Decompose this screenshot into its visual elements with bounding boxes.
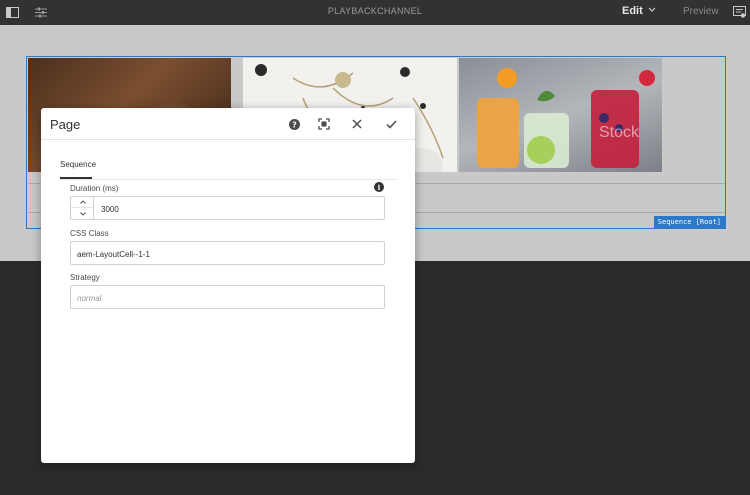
annotations-icon[interactable] <box>731 4 747 20</box>
strategy-label: Strategy <box>70 273 100 282</box>
chevron-down-icon[interactable] <box>648 5 656 15</box>
fullscreen-icon[interactable] <box>317 117 331 131</box>
tab-divider <box>60 179 396 180</box>
svg-text:?: ? <box>292 120 297 129</box>
dialog-header: Page ? <box>41 108 415 140</box>
done-icon[interactable] <box>384 117 398 131</box>
tab-sequence[interactable]: Sequence <box>60 160 96 169</box>
css-class-label: CSS Class <box>70 229 109 238</box>
close-icon[interactable] <box>350 117 364 131</box>
mode-selector-label[interactable]: Edit <box>622 5 643 17</box>
duration-value: 3000 <box>101 205 119 214</box>
page-dialog: Page ? Sequence Duration (ms) i 3000 CSS… <box>41 108 415 463</box>
help-icon[interactable]: ? <box>287 117 301 131</box>
drinks-image: Stock <box>459 58 662 172</box>
sequence-root-badge: Sequence [Root] <box>653 216 725 228</box>
strategy-field[interactable]: normal <box>70 285 385 309</box>
chevron-up-icon[interactable] <box>71 197 94 208</box>
duration-label: Duration (ms) <box>70 184 119 193</box>
strategy-placeholder: normal <box>77 294 102 303</box>
editor-toolbar: PLAYBACKCHANNEL Edit Preview <box>0 0 750 25</box>
info-icon[interactable]: i <box>374 182 384 192</box>
chevron-down-icon[interactable] <box>71 208 94 219</box>
css-class-value: aem-LayoutCell--1-1 <box>77 250 150 259</box>
duration-stepper[interactable] <box>71 197 94 219</box>
preview-button[interactable]: Preview <box>683 6 719 17</box>
dialog-title: Page <box>50 117 81 132</box>
css-class-field[interactable]: aem-LayoutCell--1-1 <box>70 241 385 265</box>
stock-watermark: Stock <box>599 124 640 141</box>
duration-field[interactable]: 3000 <box>70 196 385 220</box>
